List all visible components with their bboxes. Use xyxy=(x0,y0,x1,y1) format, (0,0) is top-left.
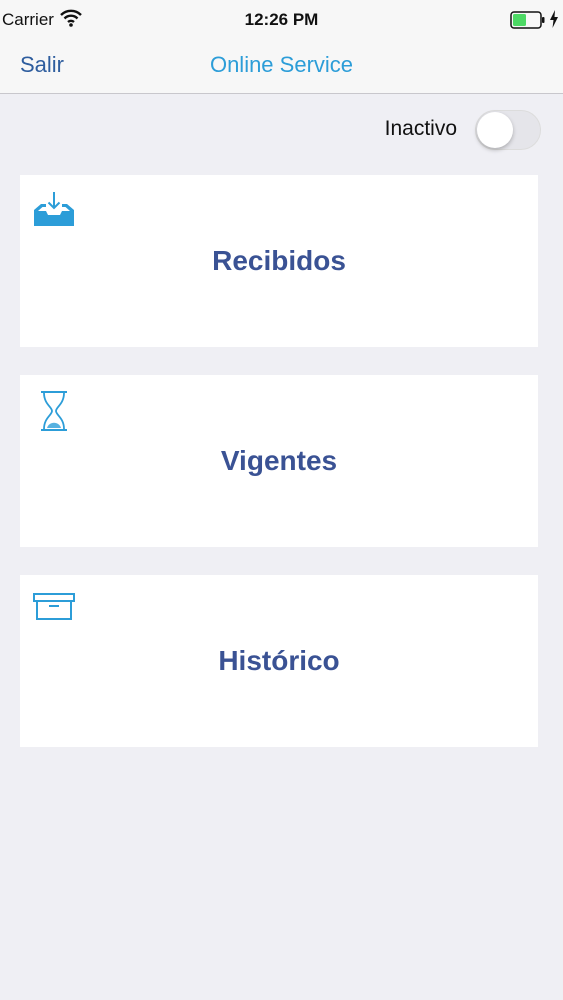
status-bar: Carrier 12:26 PM xyxy=(0,0,563,40)
card-label: Histórico xyxy=(218,645,340,676)
archive-box-icon xyxy=(33,590,75,630)
card-label: Recibidos xyxy=(212,245,346,276)
navigation-bar: Salir Online Service xyxy=(0,40,563,94)
card-historico[interactable]: Histórico xyxy=(20,575,538,747)
hourglass-icon xyxy=(33,390,75,431)
status-toggle-label: Inactivo xyxy=(384,117,457,140)
status-toggle[interactable] xyxy=(475,110,541,150)
toggle-knob xyxy=(477,112,513,148)
card-vigentes[interactable]: Vigentes xyxy=(20,375,538,547)
page-title: Online Service xyxy=(209,52,354,77)
clock: 12:26 PM xyxy=(244,10,319,29)
inbox-download-icon xyxy=(33,190,75,230)
battery-icon xyxy=(510,11,546,34)
card-label: Vigentes xyxy=(220,445,338,476)
charging-bolt-icon xyxy=(549,10,559,33)
card-recibidos[interactable]: Recibidos xyxy=(20,175,538,347)
